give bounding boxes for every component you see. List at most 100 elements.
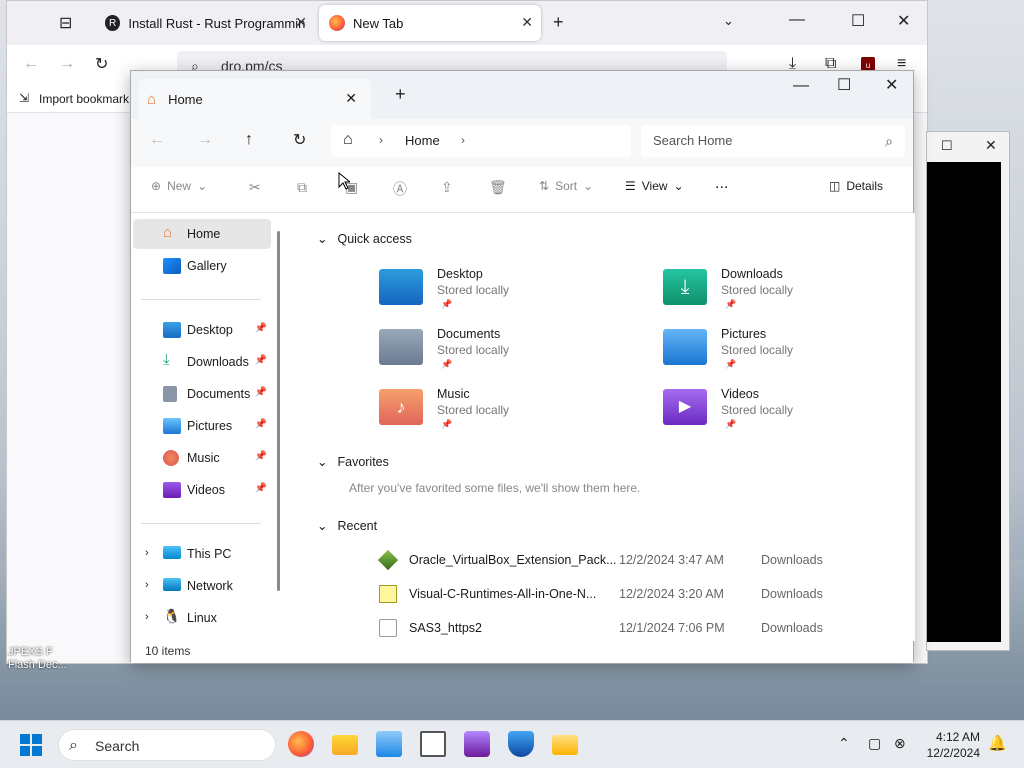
sidebar-item-gallery[interactable]: Gallery	[133, 251, 271, 281]
minimize-icon[interactable]: —	[789, 11, 805, 29]
cut-icon[interactable]: ✂	[249, 179, 261, 196]
new-tab-icon[interactable]: +	[553, 12, 564, 33]
new-tab-icon[interactable]: +	[395, 84, 406, 105]
more-options-icon[interactable]: ...	[715, 175, 728, 193]
sidebar-item-videos[interactable]: Videos 📌	[133, 475, 271, 505]
reload-icon[interactable]: ↻	[95, 54, 108, 74]
chevron-down-icon: ⌄	[197, 179, 208, 193]
home-outline-icon: ⌂	[343, 131, 353, 148]
downloads-folder-icon: ⤓	[663, 269, 707, 305]
tab-overview-icon[interactable]: ⊟	[59, 13, 72, 33]
navigation-pane: ⌂ Home Gallery Desktop 📌 ⤓ Downloads 📌 D…	[131, 213, 279, 641]
installer-taskbar-icon[interactable]	[376, 731, 402, 757]
item-name: Documents	[437, 327, 501, 341]
chevron-right-icon[interactable]: ›	[145, 579, 149, 591]
archive-icon	[379, 585, 397, 603]
clock-date[interactable]: 12/2/2024	[918, 746, 980, 760]
network-tray-icon[interactable]: ▢	[868, 735, 881, 752]
refresh-icon[interactable]: ↻	[293, 130, 306, 150]
quick-access-music[interactable]: ♪ Music Stored locally 📌	[379, 385, 609, 437]
chevron-right-icon[interactable]: ›	[145, 547, 149, 559]
rename-icon[interactable]: Ⓐ	[393, 179, 407, 199]
delete-icon[interactable]: 🗑	[489, 179, 507, 196]
recent-row[interactable]: Oracle_VirtualBox_Extension_Pack... 12/2…	[377, 545, 839, 575]
sidebar-item-pictures[interactable]: Pictures 📌	[133, 411, 271, 441]
section-quick-access[interactable]: ⌄ Quick access	[317, 231, 412, 247]
file-explorer-taskbar-icon[interactable]	[332, 735, 358, 755]
tab-new-tab[interactable]: New Tab ✕	[319, 5, 541, 41]
chevron-right-icon[interactable]: ›	[461, 133, 465, 147]
new-button[interactable]: ⊕ New ⌄	[151, 179, 207, 193]
plus-circle-icon: ⊕	[151, 179, 162, 193]
sidebar-item-linux[interactable]: › 🐧 Linux	[133, 603, 271, 633]
sidebar-item-label: Pictures	[187, 419, 233, 433]
app-window-taskbar-icon[interactable]	[420, 731, 446, 757]
recent-row[interactable]: Visual-C-Runtimes-All-in-One-N... 12/2/2…	[379, 579, 839, 609]
import-bookmarks-link[interactable]: Import bookmark	[39, 92, 129, 106]
firefox-taskbar-icon[interactable]	[288, 731, 314, 757]
close-tab-icon[interactable]: ✕	[345, 90, 357, 107]
sidebar-item-home[interactable]: ⌂ Home	[133, 219, 271, 249]
back-icon[interactable]: ←	[149, 131, 165, 149]
volume-muted-icon[interactable]: ⊗	[894, 735, 906, 752]
sidebar-item-documents[interactable]: Documents 📌	[133, 379, 271, 409]
sidebar-item-music[interactable]: Music 📌	[133, 443, 271, 473]
quick-access-downloads[interactable]: ⤓ Downloads Stored locally 📌	[663, 265, 893, 317]
tab-install-rust[interactable]: R Install Rust - Rust Programming ✕	[95, 5, 315, 41]
section-favorites[interactable]: ⌄ Favorites	[317, 454, 389, 470]
sidebar-item-this-pc[interactable]: › This PC	[133, 539, 271, 569]
computer-icon	[163, 546, 181, 559]
pin-icon: 📌	[254, 323, 267, 334]
sidebar-item-network[interactable]: › Network	[133, 571, 271, 601]
folder-taskbar-icon[interactable]	[552, 735, 578, 755]
copy-icon[interactable]: ⧉	[297, 179, 307, 196]
windows-start-icon[interactable]	[20, 734, 42, 756]
details-button[interactable]: ◫ Details	[829, 179, 883, 193]
close-window-icon[interactable]: ✕	[985, 137, 997, 154]
import-icon: ⇲	[19, 91, 30, 105]
recent-row[interactable]: SAS3_https2 12/1/2024 7:06 PM Downloads	[379, 613, 839, 643]
security-shield-taskbar-icon[interactable]	[508, 731, 534, 757]
search-input[interactable]: Search Home ⌕	[641, 125, 905, 157]
nav-scrollbar[interactable]	[277, 231, 280, 591]
explorer-titlebar: ⌂ Home ✕ + — ☐ ✕	[131, 71, 913, 119]
sidebar-item-label: Downloads	[187, 355, 249, 369]
desktop-icon-jpexs[interactable]: JPEXS F Flash Dec...	[8, 646, 67, 672]
quick-access-videos[interactable]: ▶ Videos Stored locally 📌	[663, 385, 893, 437]
forward-icon[interactable]: →	[59, 55, 75, 73]
view-button[interactable]: ☰ View ⌄	[625, 179, 684, 193]
forward-icon[interactable]: →	[197, 131, 213, 149]
back-icon[interactable]: ←	[23, 55, 39, 73]
breadcrumb-home[interactable]: Home	[405, 133, 440, 148]
notification-bell-icon[interactable]: 🔔	[988, 734, 1007, 752]
close-tab-icon[interactable]: ✕	[521, 14, 533, 31]
section-recent[interactable]: ⌄ Recent	[317, 518, 377, 534]
sidebar-item-desktop[interactable]: Desktop 📌	[133, 315, 271, 345]
clock-time[interactable]: 4:12 AM	[924, 730, 980, 744]
sidebar-item-label: Home	[187, 227, 221, 241]
sort-button[interactable]: ⇅ Sort ⌄	[539, 179, 593, 193]
close-window-icon[interactable]: ✕	[897, 11, 910, 31]
sidebar-item-downloads[interactable]: ⤓ Downloads 📌	[133, 347, 271, 377]
visual-studio-taskbar-icon[interactable]	[464, 731, 490, 757]
quick-access-documents[interactable]: Documents Stored locally 📌	[379, 325, 609, 377]
quick-access-desktop[interactable]: Desktop Stored locally 📌	[379, 265, 609, 317]
file-name: Visual-C-Runtimes-All-in-One-N...	[409, 587, 597, 601]
chevron-up-icon[interactable]: ⌃	[838, 735, 850, 752]
close-window-icon[interactable]: ✕	[885, 75, 898, 95]
taskbar-search-label: Search	[95, 738, 140, 754]
breadcrumb[interactable]: ⌂ › Home ›	[331, 125, 631, 157]
maximize-icon[interactable]: ☐	[851, 11, 865, 31]
quick-access-pictures[interactable]: Pictures Stored locally 📌	[663, 325, 893, 377]
taskbar-search[interactable]: ⌕ Search	[58, 729, 276, 761]
chevron-down-icon: ⌄	[317, 455, 328, 469]
up-icon[interactable]: ↑	[245, 131, 253, 149]
minimize-icon[interactable]: —	[793, 77, 809, 95]
share-icon[interactable]: ⇪	[441, 179, 453, 196]
explorer-tab-home[interactable]: ⌂ Home ✕	[139, 79, 371, 119]
maximize-icon[interactable]: ☐	[941, 138, 953, 154]
chevron-right-icon[interactable]: ›	[145, 611, 149, 623]
chevron-down-icon[interactable]: ⌄	[723, 13, 734, 29]
close-tab-icon[interactable]: ✕	[295, 14, 307, 31]
maximize-icon[interactable]: ☐	[837, 75, 851, 95]
